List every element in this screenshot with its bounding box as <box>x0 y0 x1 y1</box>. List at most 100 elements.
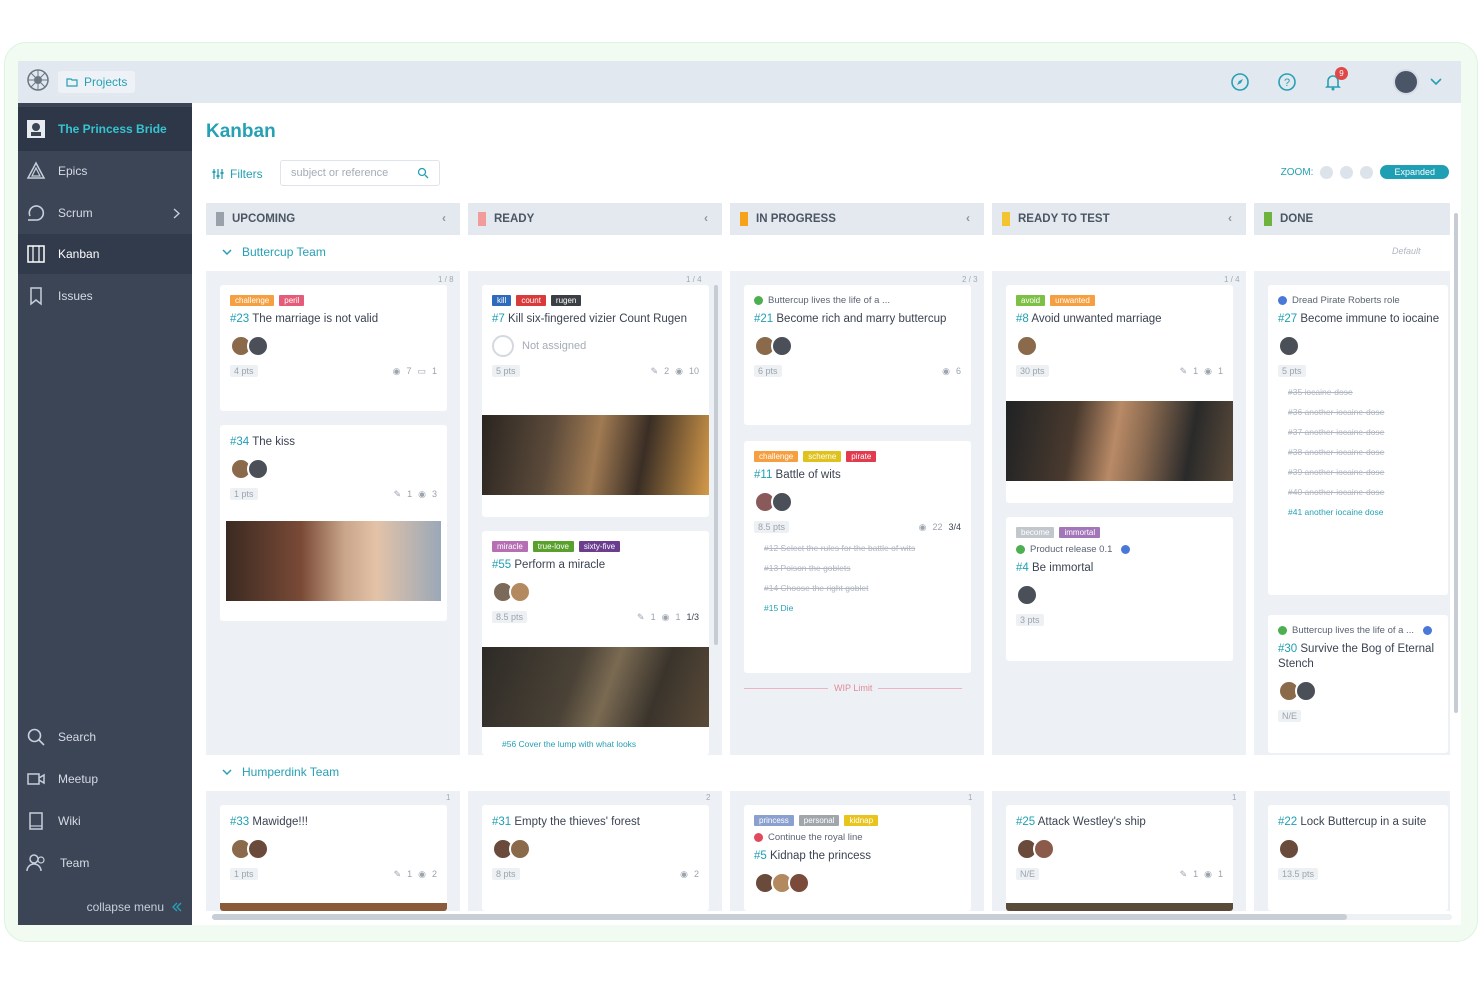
card-11[interactable]: challenge scheme pirate #11 Battle of wi… <box>744 441 971 673</box>
card-title[interactable]: Kill six-fingered vizier Count Rugen <box>508 313 687 325</box>
subtask-item[interactable]: #35 iocaine-dose <box>1288 387 1438 397</box>
subtask-item[interactable]: #36 another-iocaine-dose <box>1288 407 1438 417</box>
card-title[interactable]: Lock Buttercup in a suite <box>1300 816 1426 828</box>
card-ref[interactable]: #21 <box>754 313 773 325</box>
sidebar-item-epics[interactable]: Epics <box>18 151 192 191</box>
help-icon[interactable]: ? <box>1276 71 1298 93</box>
epic-link[interactable]: Buttercup lives the life of a ... <box>1278 625 1438 636</box>
card-ref[interactable]: #34 <box>230 436 249 448</box>
column-header-in-progress[interactable]: IN PROGRESS ‹ <box>730 203 984 235</box>
filters-button[interactable]: Filters <box>212 167 263 181</box>
card-5[interactable]: princess personal kidnap Continue the ro… <box>744 805 971 911</box>
card-title[interactable]: The marriage is not valid <box>252 313 378 325</box>
subtask-item[interactable]: #37 another-iocaine-dose <box>1288 427 1438 437</box>
card-title[interactable]: Become immune to iocaine <box>1300 313 1439 325</box>
card-title[interactable]: Kidnap the princess <box>770 850 871 862</box>
card-ref[interactable]: #4 <box>1016 562 1029 574</box>
card-ref[interactable]: #5 <box>754 850 767 862</box>
compass-icon[interactable] <box>1229 71 1251 93</box>
subtask-item[interactable]: #41 another iocaine dose <box>1288 507 1438 517</box>
card-25[interactable]: #25 Attack Westley's ship N/E ✎ 1 ◉ 1 <box>1006 805 1233 911</box>
card-ref[interactable]: #30 <box>1278 643 1297 655</box>
card-cover-image[interactable] <box>220 903 447 911</box>
epic-link[interactable]: Continue the royal line <box>754 832 961 843</box>
subtask-item[interactable]: #56 Cover the lump with what looks <box>502 739 636 749</box>
card-title[interactable]: Battle of wits <box>776 469 841 481</box>
chevron-left-icon[interactable]: ‹ <box>704 211 708 225</box>
card-title[interactable]: Survive the Bog of Eternal Stench <box>1278 643 1434 670</box>
card-title[interactable]: Be immortal <box>1032 562 1093 574</box>
projects-button[interactable]: Projects <box>58 71 136 93</box>
card-cover-image[interactable] <box>1006 903 1233 911</box>
card-ref[interactable]: #55 <box>492 559 511 571</box>
card-ref[interactable]: #7 <box>492 313 505 325</box>
zoom-level-3[interactable] <box>1360 165 1374 179</box>
card-21[interactable]: Buttercup lives the life of a ... #21 Be… <box>744 285 971 425</box>
card-33[interactable]: #33 Mawidge!!! 1 pts ✎ 1 ◉ 2 <box>220 805 447 911</box>
card-title[interactable]: Attack Westley's ship <box>1038 816 1146 828</box>
card-4[interactable]: become immortal Product release 0.1 #4 B… <box>1006 517 1233 661</box>
column-scrollbar[interactable] <box>714 285 718 645</box>
subtask-item[interactable]: #12 Select the rules for the battle of w… <box>764 543 961 553</box>
card-31[interactable]: #31 Empty the thieves' forest 8 pts ◉ 2 <box>482 805 709 911</box>
subtask-item[interactable]: #39 another-iocaine-dose <box>1288 467 1438 477</box>
user-avatar[interactable] <box>1393 69 1419 95</box>
card-27[interactable]: Dread Pirate Roberts role #27 Become imm… <box>1268 285 1448 595</box>
card-34[interactable]: #34 The kiss 1 pts ✎ 1 ◉ 3 <box>220 425 447 621</box>
card-cover-image[interactable] <box>1006 401 1233 481</box>
card-ref[interactable]: #11 <box>754 469 772 481</box>
card-title[interactable]: Empty the thieves' forest <box>514 816 640 828</box>
card-30[interactable]: Buttercup lives the life of a ... #30 Su… <box>1268 615 1448 753</box>
zoom-level-expanded[interactable]: Expanded <box>1380 165 1449 179</box>
card-ref[interactable]: #31 <box>492 816 511 828</box>
column-header-done[interactable]: DONE <box>1254 203 1450 235</box>
zoom-level-2[interactable] <box>1340 165 1354 179</box>
subtask-item[interactable]: #40 another-iocaine-dose <box>1288 487 1438 497</box>
subtask-item[interactable]: #15 Die <box>764 603 961 613</box>
card-cover-image[interactable] <box>226 521 441 601</box>
sidebar-item-issues[interactable]: Issues <box>18 276 192 316</box>
board-horizontal-scrollbar[interactable] <box>212 914 1452 920</box>
card-title[interactable]: Mawidge!!! <box>252 816 308 828</box>
epic-link[interactable]: Product release 0.1 <box>1016 544 1223 555</box>
sidebar-item-search[interactable]: Search <box>18 717 192 757</box>
epic-link[interactable]: Buttercup lives the life of a ... <box>754 295 961 306</box>
chevron-left-icon[interactable]: ‹ <box>966 211 970 225</box>
card-22[interactable]: #22 Lock Buttercup in a suite 13.5 pts <box>1268 805 1448 911</box>
app-logo-icon[interactable] <box>24 66 52 94</box>
swimlane-buttercup-team[interactable]: Buttercup Team <box>222 245 326 259</box>
card-title[interactable]: Perform a miracle <box>514 559 605 571</box>
column-header-ready-to-test[interactable]: READY TO TEST ‹ <box>992 203 1246 235</box>
scrollbar-thumb[interactable] <box>212 914 1347 920</box>
card-title[interactable]: The kiss <box>252 436 295 448</box>
not-assigned[interactable]: Not assigned <box>492 335 699 357</box>
card-cover-image[interactable] <box>482 647 709 727</box>
zoom-level-1[interactable] <box>1320 165 1334 179</box>
chevron-left-icon[interactable]: ‹ <box>442 211 446 225</box>
chevron-down-icon[interactable] <box>1425 71 1447 93</box>
epic-link[interactable]: Dread Pirate Roberts role <box>1278 295 1438 306</box>
board-vertical-scrollbar[interactable] <box>1454 213 1458 713</box>
subtask-item[interactable]: #38 another-iocaine-dose <box>1288 447 1438 457</box>
sidebar-project[interactable]: The Princess Bride <box>18 107 192 151</box>
card-23[interactable]: challenge peril #23 The marriage is not … <box>220 285 447 411</box>
card-ref[interactable]: #27 <box>1278 313 1297 325</box>
sidebar-item-team[interactable]: Team <box>18 843 192 883</box>
column-header-ready[interactable]: READY ‹ <box>468 203 722 235</box>
card-title[interactable]: Avoid unwanted marriage <box>1031 313 1161 325</box>
collapse-menu-button[interactable]: collapse menu <box>18 895 192 919</box>
card-ref[interactable]: #33 <box>230 816 249 828</box>
sidebar-item-meetup[interactable]: Meetup <box>18 759 192 799</box>
chevron-left-icon[interactable]: ‹ <box>1228 211 1232 225</box>
card-55[interactable]: miracle true-love sixty-five #55 Perform… <box>482 531 709 755</box>
card-title[interactable]: Become rich and marry buttercup <box>776 313 946 325</box>
card-ref[interactable]: #8 <box>1016 313 1029 325</box>
sidebar-item-wiki[interactable]: Wiki <box>18 801 192 841</box>
card-ref[interactable]: #25 <box>1016 816 1035 828</box>
card-ref[interactable]: #23 <box>230 313 249 325</box>
card-cover-image[interactable] <box>482 415 709 495</box>
sidebar-item-kanban[interactable]: Kanban <box>18 234 192 274</box>
search-input[interactable]: subject or reference <box>280 160 440 186</box>
column-header-upcoming[interactable]: UPCOMING ‹ <box>206 203 460 235</box>
card-ref[interactable]: #22 <box>1278 816 1297 828</box>
